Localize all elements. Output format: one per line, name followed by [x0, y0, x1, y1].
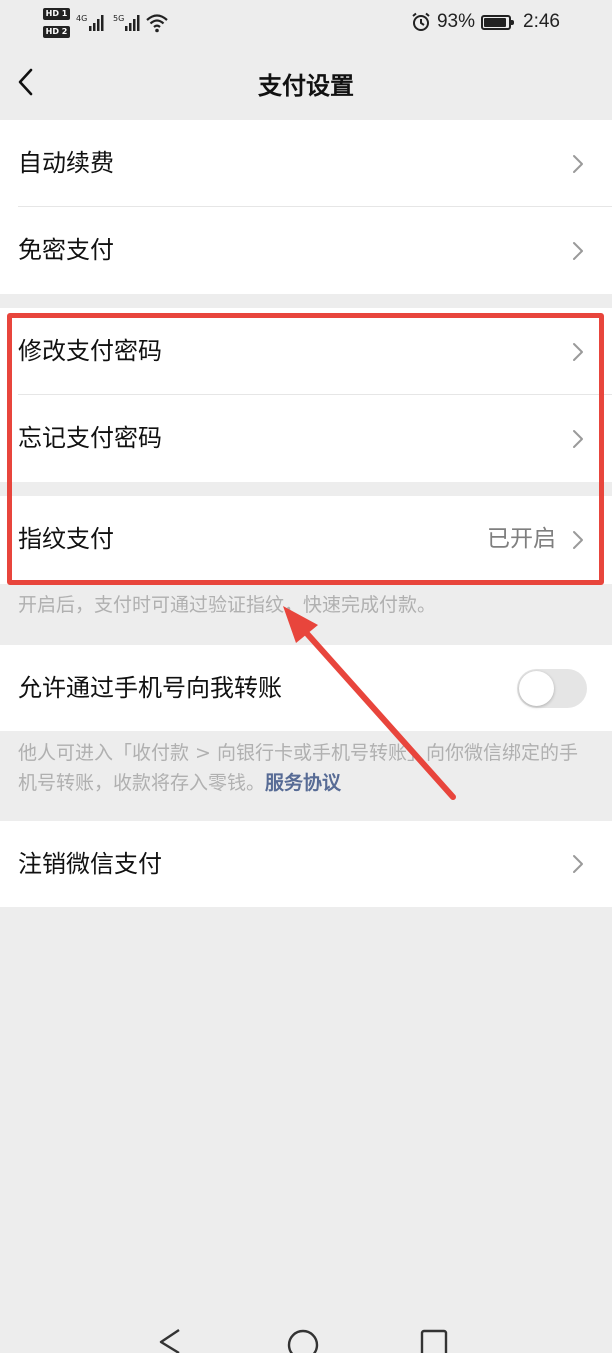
change-payment-password-item[interactable]: 修改支付密码 — [0, 308, 612, 395]
signal-icon — [125, 15, 140, 31]
clock: 2:46 — [523, 11, 560, 32]
chevron-right-icon — [573, 855, 583, 873]
chevron-right-icon — [573, 531, 583, 549]
forgot-payment-password-label: 忘记支付密码 — [18, 424, 162, 452]
chevron-right-icon — [573, 343, 583, 361]
deactivate-wechat-pay-label: 注销微信支付 — [18, 850, 162, 878]
phone-transfer-item: 允许通过手机号向我转账 — [0, 645, 612, 731]
alarm-icon — [412, 12, 430, 31]
auto-renew-label: 自动续费 — [18, 149, 114, 177]
page-title: 支付设置 — [258, 72, 354, 100]
back-triangle-icon[interactable] — [155, 1320, 185, 1353]
chevron-right-icon — [573, 242, 583, 260]
battery-percent: 93% — [436, 11, 476, 32]
password-free-payment-label: 免密支付 — [18, 236, 114, 264]
network-4g-label: 4G — [76, 14, 88, 23]
hd2-badge: HD 2 — [43, 26, 70, 38]
fingerprint-hint: 开启后，支付时可通过验证指纹，快速完成付款。 — [18, 594, 437, 616]
fingerprint-payment-item[interactable]: 指纹支付 已开启 — [0, 496, 612, 583]
status-bar: HD 1 HD 2 4G 5G 93% 2:46 — [0, 0, 612, 44]
fingerprint-status: 已开启 — [487, 526, 556, 552]
change-payment-password-label: 修改支付密码 — [18, 337, 162, 365]
deactivate-wechat-pay-item[interactable]: 注销微信支付 — [0, 821, 612, 907]
chevron-right-icon — [573, 430, 583, 448]
settings-group-5: 注销微信支付 — [0, 821, 612, 907]
service-agreement-link[interactable]: 服务协议 — [265, 772, 341, 794]
phone-transfer-toggle[interactable] — [517, 669, 587, 708]
settings-group-2: 修改支付密码 忘记支付密码 — [0, 308, 612, 482]
transfer-hint: 他人可进入「收付款 > 向银行卡或手机号转账」向你微信绑定的手机号转账，收款将存… — [18, 738, 582, 798]
hd1-badge: HD 1 — [43, 8, 70, 20]
home-circle-icon[interactable] — [286, 1320, 320, 1353]
fingerprint-payment-label: 指纹支付 — [18, 525, 114, 553]
signal-icon — [89, 15, 104, 31]
settings-group-1: 自动续费 免密支付 — [0, 120, 612, 294]
settings-group-4: 允许通过手机号向我转账 — [0, 645, 612, 731]
settings-group-3: 指纹支付 已开启 — [0, 496, 612, 584]
wifi-icon — [146, 14, 168, 33]
chevron-right-icon — [573, 155, 583, 173]
recent-apps-square-icon[interactable] — [419, 1320, 449, 1353]
phone-transfer-label: 允许通过手机号向我转账 — [18, 674, 282, 702]
auto-renew-item[interactable]: 自动续费 — [0, 120, 612, 207]
nav-bar: 支付设置 — [0, 44, 612, 120]
forgot-payment-password-item[interactable]: 忘记支付密码 — [0, 395, 612, 482]
status-right: 93% 2:46 — [411, 9, 560, 35]
battery-icon — [481, 14, 515, 30]
toggle-knob — [519, 671, 554, 706]
system-nav-bar — [0, 1320, 612, 1353]
password-free-payment-item[interactable]: 免密支付 — [0, 207, 612, 294]
battery-fill — [484, 17, 507, 27]
